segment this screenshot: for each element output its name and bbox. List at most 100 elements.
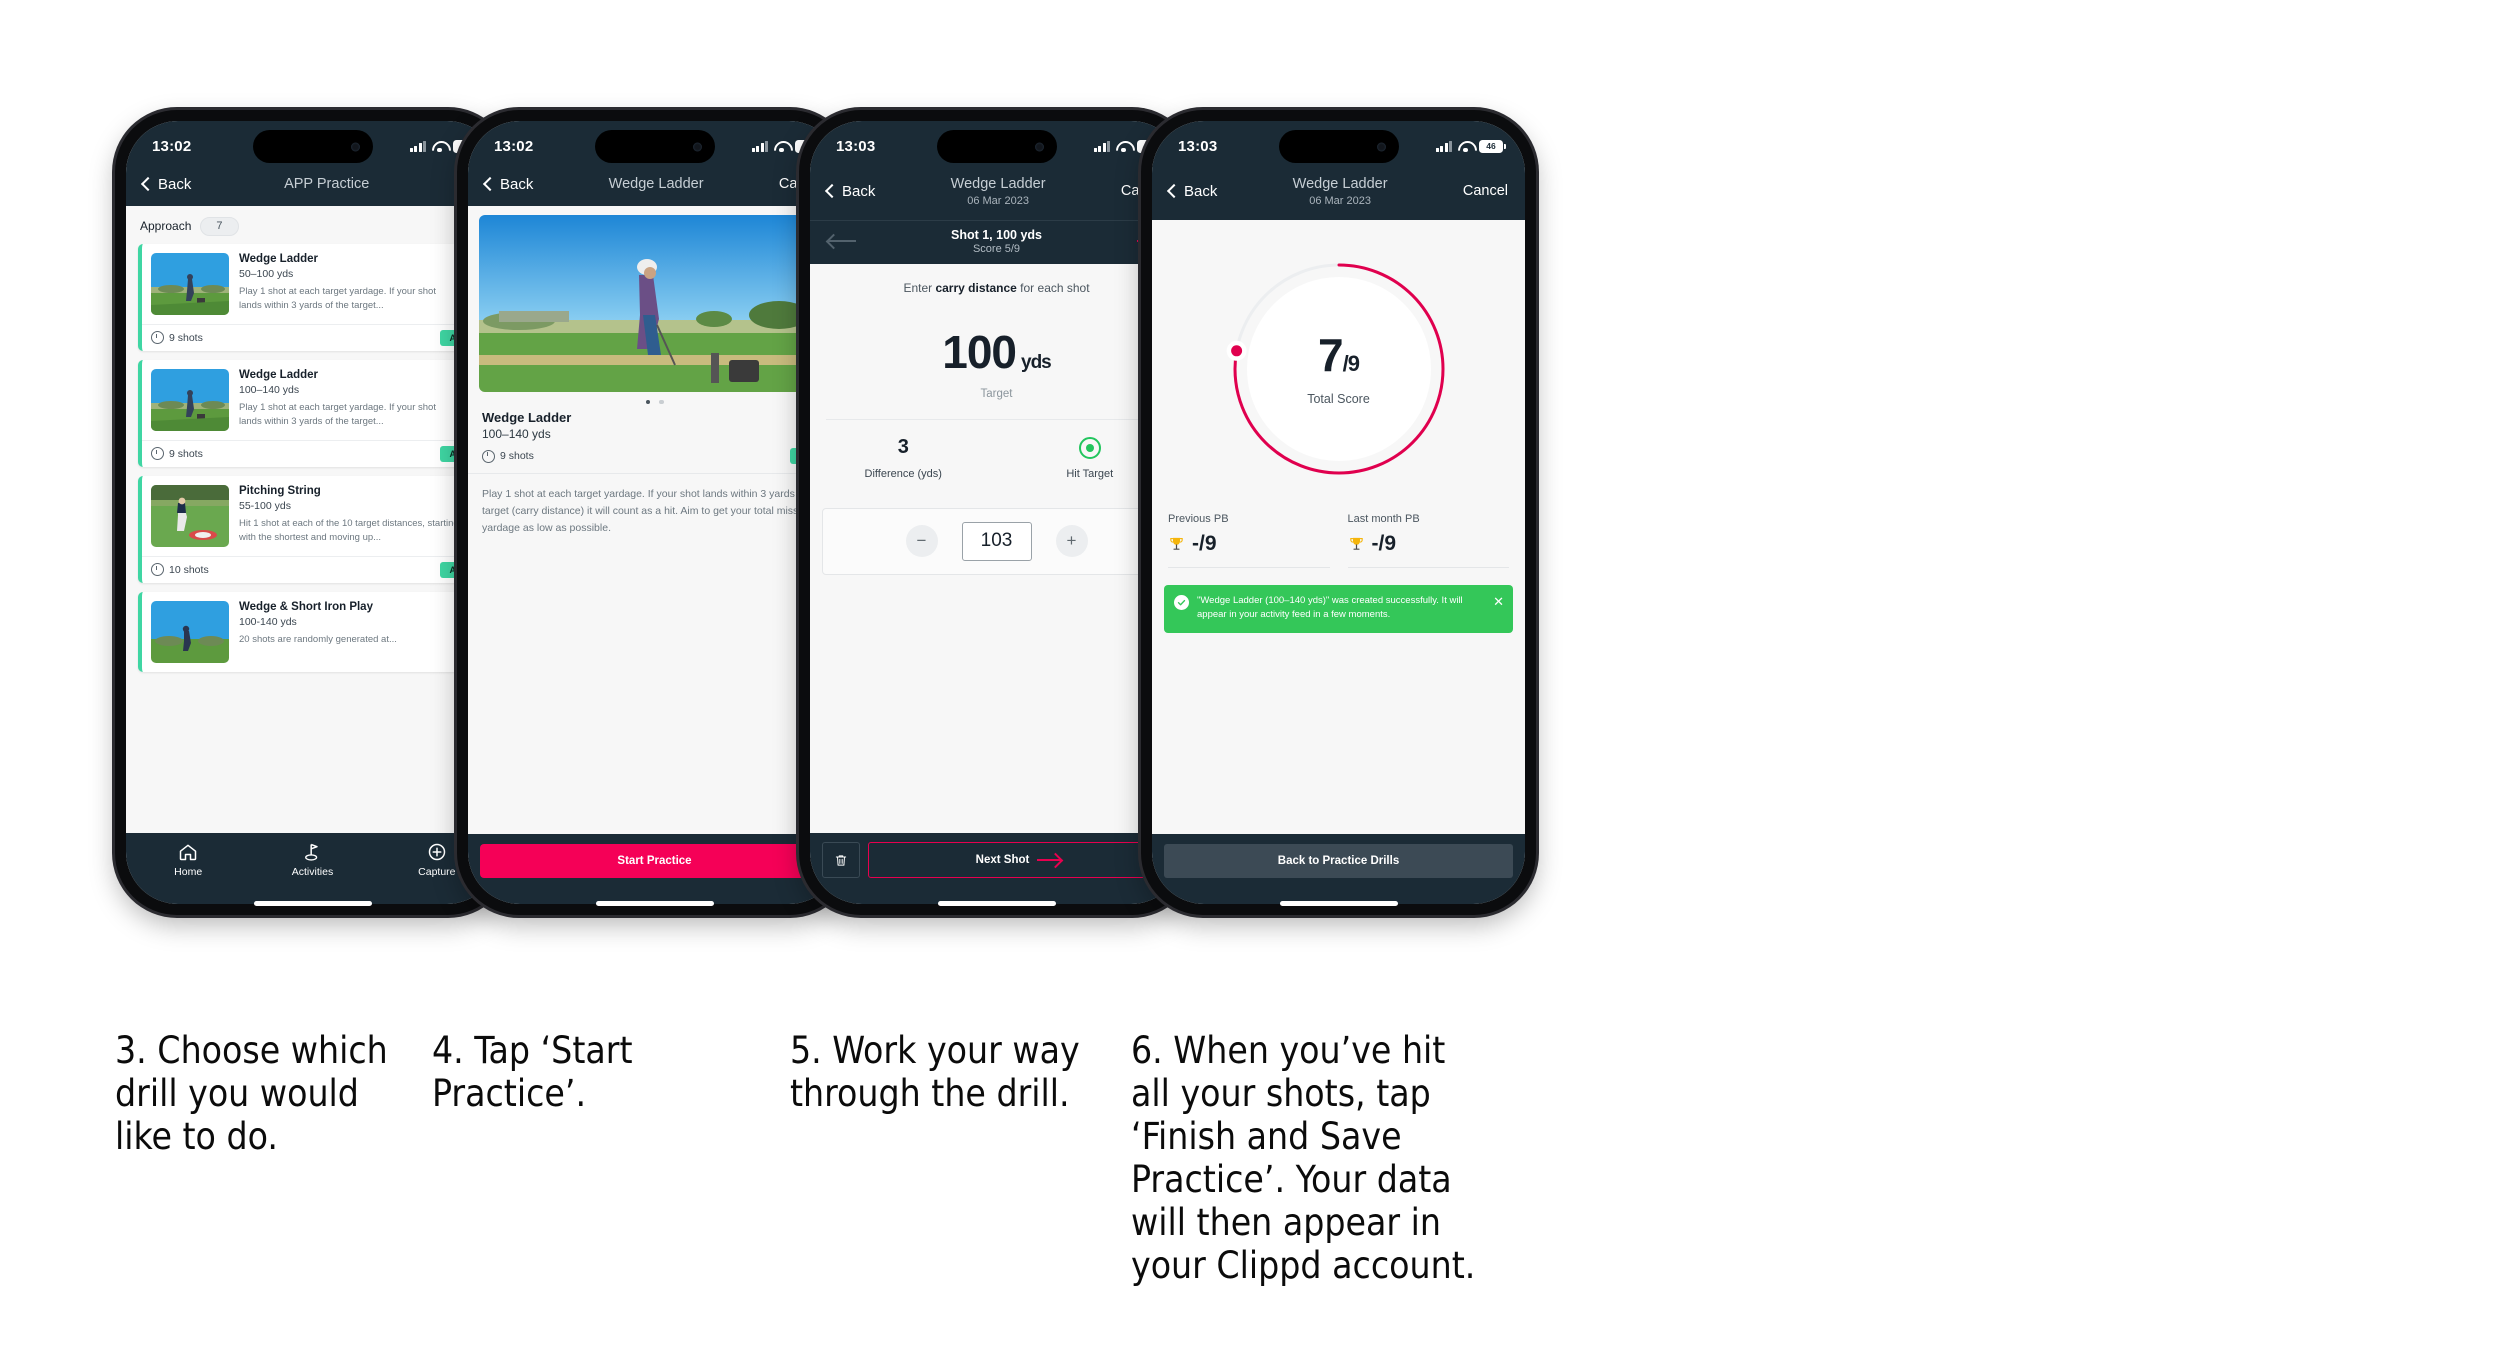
- decrement-button[interactable]: −: [905, 525, 938, 558]
- drill-thumbnail: [151, 600, 229, 663]
- shot-count: 9 shots: [482, 449, 534, 463]
- check-circle-icon: [1174, 594, 1189, 610]
- camera-dot: [1376, 142, 1386, 151]
- drill-list-body: Approach 7 Wedge Ladder 50–100 yds Play …: [126, 205, 499, 833]
- chevron-left-icon: [1166, 184, 1182, 199]
- drill-title: Wedge Ladder: [239, 252, 319, 265]
- drill-title: Wedge Ladder: [239, 368, 319, 381]
- status-time: 13:02: [152, 137, 192, 155]
- back-button[interactable]: Back: [1166, 182, 1218, 200]
- back-button[interactable]: Back: [482, 175, 534, 193]
- wifi-icon: [1458, 141, 1473, 153]
- back-to-practice-drills-button[interactable]: Back to Practice Drills: [1164, 844, 1513, 878]
- success-toast: "Wedge Ladder (100–140 yds)" was created…: [1164, 584, 1513, 634]
- drill-hero-image: [479, 214, 830, 392]
- page-title: Wedge Ladder 06 Mar 2023: [951, 175, 1046, 208]
- phone-4-summary: 13:03 46 Back Wedge Ladder 06 Mar 2023 C…: [1141, 110, 1536, 915]
- filter-label: Approach: [140, 219, 192, 234]
- shot-entry-body: Enter carry distance for each shot 100 yd…: [810, 263, 1183, 833]
- nav-title-text: Wedge Ladder: [1292, 176, 1388, 192]
- drill-thumbnail: [151, 484, 229, 547]
- clock-icon: [151, 331, 164, 345]
- toast-message: "Wedge Ladder (100–140 yds)" was created…: [1197, 594, 1463, 621]
- arrow-left-icon[interactable]: [826, 233, 856, 249]
- caption-step-3: 3. Choose which drill you would like to …: [115, 1029, 388, 1158]
- caption-step-6: 6. When you’ve hit all your shots, tap ‘…: [1131, 1029, 1476, 1287]
- drill-range: 100-140 yds: [239, 616, 297, 629]
- drill-description: 20 shots are randomly generated at...: [239, 634, 397, 646]
- tab-label: Home: [174, 866, 203, 878]
- wifi-icon: [432, 141, 447, 153]
- summary-footer: Back to Practice Drills: [1152, 834, 1525, 904]
- summary-body: 7/9 Total Score Previous PB -/9 Last mon…: [1152, 219, 1525, 834]
- pb-value: -/9: [1192, 531, 1217, 555]
- trophy-icon: [1349, 537, 1363, 550]
- drill-card[interactable]: Wedge Ladder 100–140 yds Play 1 shot at …: [138, 359, 487, 467]
- home-indicator: [1279, 901, 1398, 906]
- pb-label: Last month PB: [1347, 512, 1420, 525]
- phone-3-shot-entry: 13:03 46 Back Wedge Ladder 06 Mar 2023 C…: [799, 110, 1194, 915]
- hint-bold: carry distance: [935, 280, 1017, 295]
- home-icon: [179, 844, 197, 861]
- pb-value-row: -/9: [1168, 532, 1330, 556]
- close-icon[interactable]: ✕: [1493, 595, 1504, 608]
- filter-count-chip[interactable]: 7: [200, 216, 239, 236]
- back-label: Back: [1184, 182, 1218, 200]
- drill-range: 50–100 yds: [239, 268, 294, 281]
- golf-flag-icon: [305, 843, 319, 861]
- drill-description: Hit 1 shot at each of the 10 target dist…: [239, 518, 459, 544]
- shot-title: Shot 1, 100 yds: [950, 227, 1042, 242]
- cancel-button[interactable]: Cancel: [1463, 183, 1508, 199]
- back-label: Back: [500, 175, 534, 193]
- nav-bar: Back Wedge Ladder Cancel: [468, 175, 841, 206]
- phone-2-drill-detail: 13:02 46 Back Wedge Ladder Cancel: [457, 110, 852, 915]
- home-indicator: [595, 901, 714, 906]
- shot-count: 9 shots: [151, 331, 203, 345]
- dot-active: [645, 399, 650, 405]
- delete-shot-button[interactable]: [822, 842, 860, 878]
- pb-value-row: -/9: [1348, 532, 1510, 556]
- shot-navigator: Shot 1, 100 yds Score 5/9: [810, 219, 1183, 264]
- tab-activities[interactable]: Activities: [251, 842, 374, 878]
- page-title: APP Practice: [284, 176, 370, 192]
- nav-subtitle: 06 Mar 2023: [1309, 194, 1371, 207]
- drill-title: Wedge Ladder: [482, 410, 572, 426]
- difference-value: 3: [897, 435, 909, 458]
- trophy-icon: [1170, 537, 1183, 550]
- drill-title: Wedge & Short Iron Play: [239, 600, 373, 613]
- shot-count: 9 shots: [151, 447, 203, 461]
- carry-distance-input[interactable]: 103: [961, 521, 1032, 561]
- drill-title: Pitching String: [239, 484, 321, 497]
- cellular-signal-icon: [1435, 140, 1452, 152]
- back-label: Back: [158, 175, 192, 193]
- difference-label: Difference (yds): [864, 467, 942, 480]
- drill-description: Play 1 shot at each target yardage. If y…: [239, 286, 436, 312]
- dynamic-island: [936, 130, 1057, 163]
- drill-card[interactable]: Wedge & Short Iron Play 100-140 yds 20 s…: [138, 591, 487, 672]
- drill-thumbnail: [151, 368, 229, 431]
- next-shot-button[interactable]: Next Shot: [868, 842, 1171, 878]
- target-value: 100: [942, 325, 1017, 378]
- drill-card[interactable]: Pitching String 55-100 yds Hit 1 shot at…: [138, 475, 487, 583]
- score-numerator: 7: [1318, 328, 1344, 381]
- arrow-right-icon: [1037, 853, 1063, 867]
- start-practice-button[interactable]: Start Practice: [480, 844, 829, 878]
- tutorial-screenshot-sheet: 13:02 46 Back APP Practice Approach 7: [0, 0, 2503, 1347]
- home-indicator: [937, 901, 1056, 906]
- tab-home[interactable]: Home: [127, 842, 250, 878]
- clock-icon: [482, 449, 495, 463]
- back-button[interactable]: Back: [140, 175, 192, 193]
- last-month-pb-stat: Last month PB -/9: [1347, 512, 1510, 568]
- nav-bar: Back APP Practice: [126, 175, 499, 206]
- increment-button[interactable]: +: [1055, 525, 1088, 558]
- drill-card[interactable]: Wedge Ladder 50–100 yds Play 1 shot at e…: [138, 243, 487, 351]
- back-button[interactable]: Back: [824, 183, 875, 200]
- carousel-dots[interactable]: [468, 392, 841, 409]
- hint-post: for each shot: [1016, 280, 1090, 295]
- tab-label: Activities: [291, 866, 334, 878]
- plus-circle-icon: [428, 843, 446, 861]
- previous-pb-stat: Previous PB -/9: [1168, 513, 1330, 568]
- shot-count: 10 shots: [151, 563, 209, 577]
- drill-description: Play 1 shot at each target yardage. If y…: [239, 402, 436, 428]
- carry-distance-stepper: − 103 +: [822, 507, 1171, 575]
